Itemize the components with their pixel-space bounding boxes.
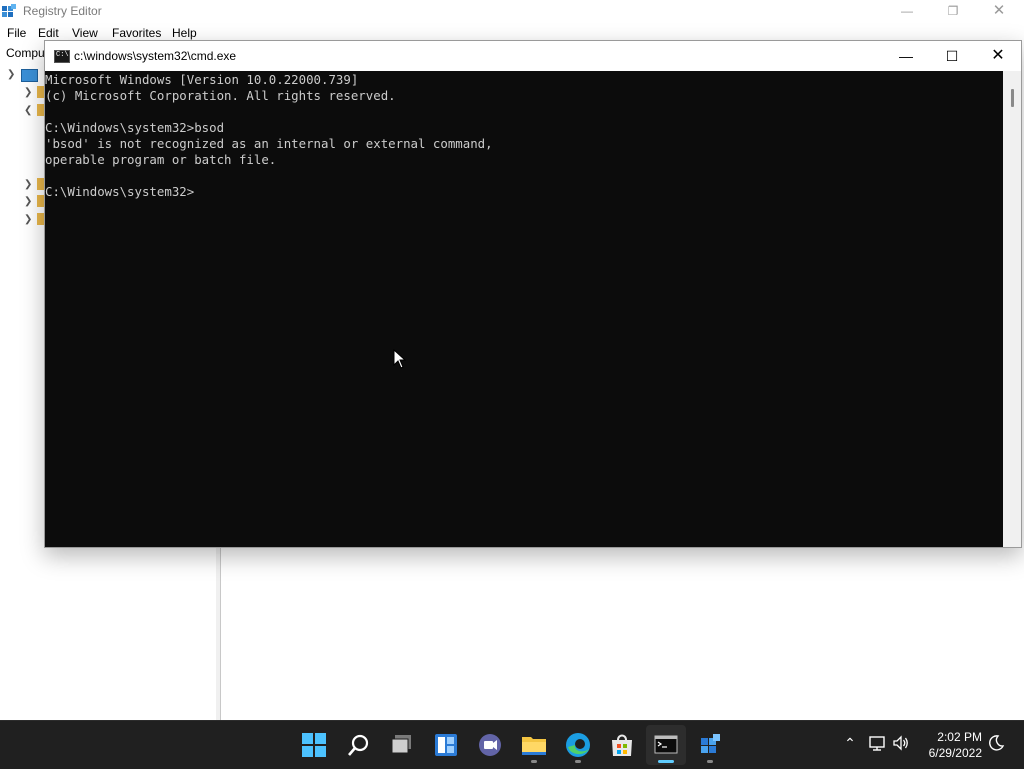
console-line: C:\Windows\system32>bsod [45,120,225,135]
registry-editor-taskbar-button[interactable] [690,725,730,765]
cmd-app-icon: C:\ [54,50,70,63]
store-button[interactable] [602,725,642,765]
cmd-window-title: c:\windows\system32\cmd.exe [74,49,237,63]
regedit-title: Registry Editor [23,4,102,18]
tree-collapse-icon[interactable]: ❮ [24,106,34,116]
cmd-minimize-button[interactable]: — [883,41,929,71]
regedit-address-bar[interactable]: Compu [6,46,45,60]
regedit-restore-button[interactable]: ❐ [930,0,976,22]
cmd-close-button[interactable]: ✕ [975,41,1021,71]
command-prompt-taskbar-button[interactable] [646,725,686,765]
menu-edit[interactable]: Edit [38,26,59,40]
microsoft-store-icon [612,734,632,756]
widgets-icon [435,734,457,756]
search-icon [348,734,369,756]
folder-icon [37,195,44,207]
menu-help[interactable]: Help [172,26,197,40]
focus-assist-moon-icon[interactable] [986,733,1006,753]
cmd-icon-text: C:\ [56,51,69,59]
taskbar-search-button[interactable] [338,725,378,765]
console-line: Microsoft Windows [Version 10.0.22000.73… [45,72,359,87]
file-explorer-button[interactable] [514,725,554,765]
regedit-titlebar[interactable]: Registry Editor — ❐ ✕ [0,0,1024,22]
tree-expand-icon[interactable]: ❯ [24,88,34,98]
cmd-titlebar[interactable]: C:\ c:\windows\system32\cmd.exe — ☐ ✕ [45,41,1021,71]
tree-expand-icon[interactable]: ❯ [24,180,34,190]
running-indicator [707,760,713,763]
console-line: 'bsod' is not recognized as an internal … [45,136,493,151]
edge-browser-icon [566,733,590,757]
cmd-window: C:\ c:\windows\system32\cmd.exe — ☐ ✕ Mi… [44,40,1022,548]
show-hidden-icons-chevron-icon[interactable]: ⌃ [840,733,860,753]
registry-editor-icon [701,734,720,753]
folder-icon [37,213,44,225]
folder-icon [522,737,546,755]
clock-time[interactable]: 2:02 PM [928,730,982,744]
tree-expand-icon[interactable]: ❯ [24,215,34,225]
taskbar: ⌃ [0,720,1024,769]
menu-file[interactable]: File [7,26,26,40]
running-indicator [575,760,581,763]
regedit-close-button[interactable]: ✕ [976,0,1022,22]
tree-root-expand-icon[interactable]: ❯ [7,69,15,80]
regedit-pane-splitter[interactable] [216,546,221,720]
task-view-button[interactable] [382,725,422,765]
windows-logo-icon [302,733,326,757]
regedit-minimize-button[interactable]: — [884,0,930,22]
cmd-maximize-button[interactable]: ☐ [929,41,975,71]
cmd-scrollbar[interactable] [1003,71,1021,547]
command-prompt-icon [654,735,678,754]
menu-view[interactable]: View [72,26,98,40]
folder-icon [37,104,44,116]
start-button[interactable] [294,725,334,765]
teams-chat-icon [479,734,501,756]
folder-icon [37,178,44,190]
computer-icon [21,69,38,82]
active-window-indicator [658,760,674,763]
task-view-icon [391,735,411,754]
console-line: (c) Microsoft Corporation. All rights re… [45,88,396,103]
tree-expand-icon[interactable]: ❯ [24,197,34,207]
console-output[interactable]: Microsoft Windows [Version 10.0.22000.73… [45,71,1003,547]
registry-editor-icon [2,4,16,17]
menu-favorites[interactable]: Favorites [112,26,161,40]
console-prompt-line[interactable]: C:\Windows\system32> [45,184,194,200]
edge-button[interactable] [558,725,598,765]
mouse-pointer-icon [393,349,407,369]
volume-icon[interactable] [891,733,911,753]
chat-button[interactable] [470,725,510,765]
folder-icon [37,86,44,98]
cmd-scrollbar-thumb[interactable] [1011,89,1014,107]
clock-date[interactable]: 6/29/2022 [918,746,982,760]
console-line: operable program or batch file. [45,152,277,167]
widgets-button[interactable] [426,725,466,765]
network-icon[interactable] [867,733,887,753]
running-indicator [531,760,537,763]
